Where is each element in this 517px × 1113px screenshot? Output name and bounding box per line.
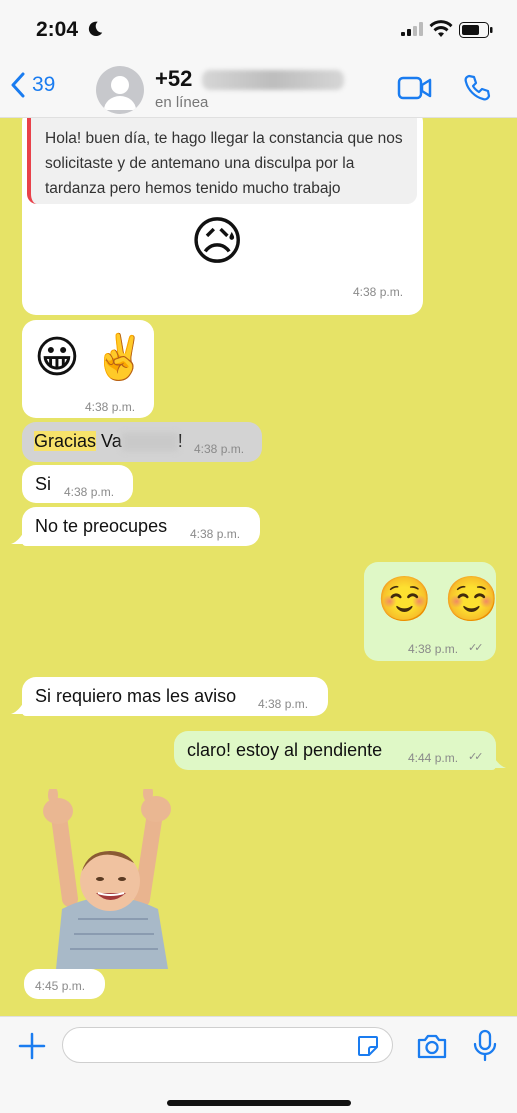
message-text: claro! estoy al pendiente — [187, 740, 383, 760]
message-time: 4:38 p.m. — [258, 697, 309, 711]
message-bubble-incoming[interactable]: No te preocupes 4:38 p.m. — [22, 507, 260, 546]
quoted-message[interactable]: Tú Hola! buen día, te hago llegar la con… — [27, 118, 417, 204]
plus-icon[interactable] — [18, 1032, 46, 1060]
message-bubble-incoming[interactable]: Si 4:38 p.m. — [22, 465, 133, 503]
name-start: Va — [101, 431, 122, 451]
message-time: 4:44 p.m. — [408, 751, 459, 765]
battery-icon — [459, 22, 493, 38]
unread-count: 39 — [32, 73, 56, 96]
camera-icon[interactable] — [416, 1032, 448, 1060]
message-text: No te preocupes — [35, 516, 168, 536]
message-time: 4:38 p.m. — [190, 527, 241, 541]
message-time: 4:38 p.m. — [194, 442, 245, 456]
person-icon — [104, 76, 136, 110]
message-input[interactable] — [75, 1028, 355, 1062]
phone-icon[interactable] — [462, 73, 492, 103]
microphone-icon[interactable] — [472, 1029, 498, 1063]
back-button[interactable]: 39 — [10, 72, 55, 98]
chat-area: Tú Hola! buen día, te hago llegar la con… — [0, 118, 517, 1016]
message-time: 4:38 p.m. — [64, 485, 115, 499]
message-text: Si — [35, 474, 52, 494]
message-bubble-incoming[interactable]: Gracias Va! 4:38 p.m. — [22, 422, 262, 462]
blurred-phone-number — [202, 70, 344, 90]
message-field[interactable] — [62, 1027, 393, 1063]
cellular-signal-icon — [401, 22, 423, 36]
contact-status: en línea — [155, 94, 209, 111]
message-time: 4:38 p.m. — [408, 642, 459, 656]
chat-header: 39 +52 en línea — [0, 58, 517, 118]
message-bubble-outgoing[interactable]: claro! estoy al pendiente 4:44 p.m. ✓✓ — [174, 731, 496, 770]
message-input-bar — [0, 1016, 517, 1113]
sticker-icon[interactable] — [356, 1034, 380, 1058]
emoji-message: ☺️ ☺️ — [377, 575, 499, 624]
message-bubble-incoming[interactable]: Tú Hola! buen día, te hago llegar la con… — [22, 118, 423, 315]
read-receipt-icon: ✓✓ — [468, 642, 484, 654]
blurred-name — [121, 433, 178, 452]
quoted-text: Hola! buen día, te hago llegar la consta… — [45, 130, 403, 197]
sticker-time-badge: 4:45 p.m. — [24, 969, 105, 999]
message-bubble-incoming[interactable]: 😀 ✌️ 4:38 p.m. — [22, 320, 154, 418]
status-bar: 2:04 — [0, 0, 517, 58]
message-time: 4:38 p.m. — [353, 285, 404, 299]
message-text: Gracias Va! — [34, 431, 183, 452]
video-call-icon[interactable] — [397, 75, 433, 101]
avatar[interactable] — [96, 66, 144, 114]
message-time: 4:45 p.m. — [35, 979, 86, 993]
message-text: Si requiero mas les aviso — [35, 686, 237, 706]
chevron-left-icon — [11, 72, 25, 98]
emoji-sad-relieved: 😥 — [190, 213, 245, 271]
status-time: 2:04 — [36, 18, 79, 41]
exclamation: ! — [177, 431, 183, 451]
moon-icon — [88, 21, 103, 37]
emoji-message: 😀 ✌️ — [34, 333, 147, 382]
message-time: 4:38 p.m. — [85, 400, 136, 414]
wifi-icon — [429, 20, 453, 37]
home-indicator — [167, 1100, 351, 1106]
message-bubble-outgoing[interactable]: ☺️ ☺️ 4:38 p.m. ✓✓ — [364, 562, 499, 661]
contact-name[interactable]: +52 — [155, 66, 192, 92]
read-receipt-icon: ✓✓ — [468, 751, 484, 763]
sticker-thumbs-up-child[interactable] — [38, 789, 178, 969]
message-bubble-incoming[interactable]: Si requiero mas les aviso 4:38 p.m. — [22, 677, 328, 716]
highlighted-word: Gracias — [34, 431, 97, 451]
